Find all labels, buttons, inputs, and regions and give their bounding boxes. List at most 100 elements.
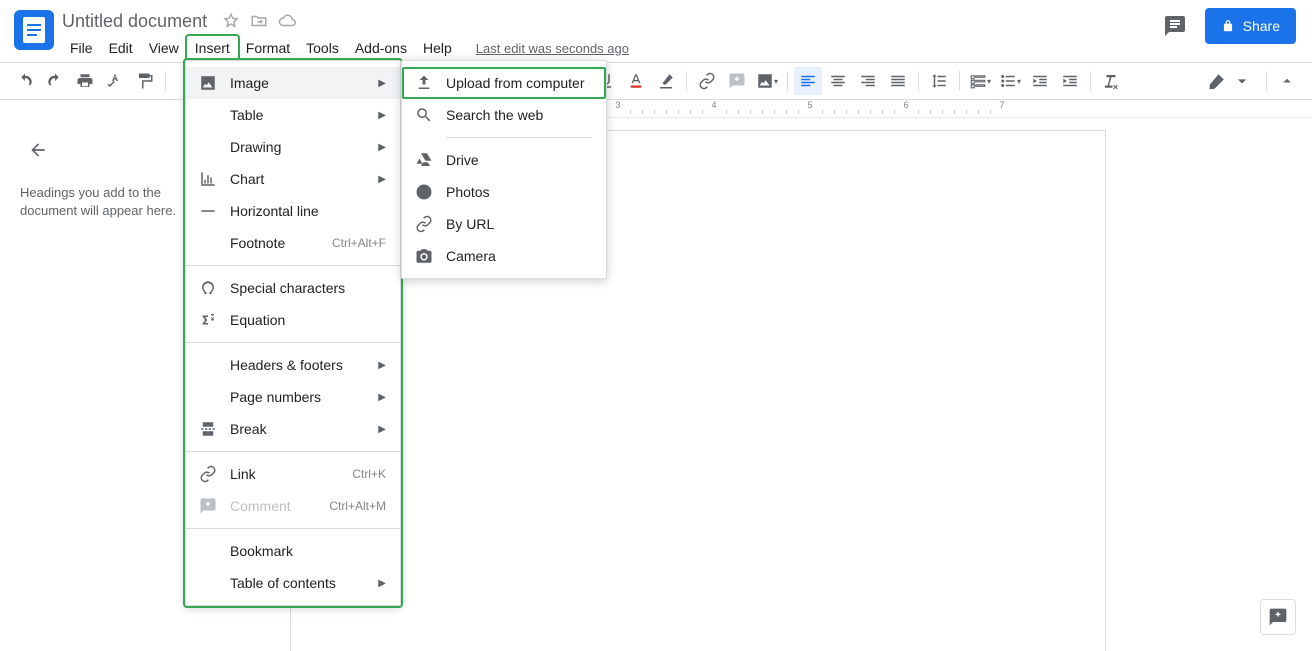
outline-hint: Headings you add to the document will ap… [20, 184, 210, 220]
move-icon[interactable] [250, 12, 268, 30]
insert-bookmark[interactable]: Bookmark [186, 535, 400, 567]
bulleted-list-button[interactable]: ▾ [996, 67, 1024, 95]
menubar: File Edit View Insert Format Tools Add-o… [62, 34, 1157, 62]
label: Search the web [446, 107, 592, 123]
menu-addons[interactable]: Add-ons [347, 36, 415, 60]
label: Horizontal line [230, 203, 386, 219]
label: Page numbers [230, 389, 378, 405]
text-color-button[interactable] [622, 67, 650, 95]
label: Drive [446, 152, 592, 168]
increase-indent-button[interactable] [1056, 67, 1084, 95]
decrease-indent-button[interactable] [1026, 67, 1054, 95]
menu-view[interactable]: View [141, 36, 187, 60]
image-search-web[interactable]: Search the web [402, 99, 606, 131]
print-button[interactable] [71, 67, 99, 95]
insert-link-button[interactable] [693, 67, 721, 95]
editing-mode-button[interactable] [1199, 67, 1261, 95]
shortcut: Ctrl+K [352, 467, 386, 481]
equation-icon [198, 310, 218, 330]
label: Table [230, 107, 378, 123]
collapse-toolbar-button[interactable] [1273, 67, 1301, 95]
menu-file[interactable]: File [62, 36, 101, 60]
align-center-button[interactable] [824, 67, 852, 95]
spellcheck-button[interactable] [101, 67, 129, 95]
label: Camera [446, 248, 592, 264]
label: Upload from computer [446, 75, 592, 91]
docs-logo-icon[interactable] [14, 10, 54, 50]
insert-footnote[interactable]: Footnote Ctrl+Alt+F [186, 227, 400, 259]
share-button[interactable]: Share [1205, 8, 1296, 44]
camera-icon [414, 246, 434, 266]
titlebar: Untitled document File Edit View Insert … [0, 0, 1312, 62]
label: Chart [230, 171, 378, 187]
label: Image [230, 75, 378, 91]
image-camera[interactable]: Camera [402, 240, 606, 272]
explore-button[interactable] [1260, 599, 1296, 635]
star-icon[interactable] [222, 12, 240, 30]
label: By URL [446, 216, 592, 232]
image-by-url[interactable]: By URL [402, 208, 606, 240]
menu-help[interactable]: Help [415, 36, 460, 60]
align-left-button[interactable] [794, 67, 822, 95]
submenu-arrow-icon: ▶ [378, 142, 386, 153]
checklist-button[interactable]: ▾ [966, 67, 994, 95]
menu-tools[interactable]: Tools [298, 36, 347, 60]
label: Special characters [230, 280, 386, 296]
label: Break [230, 421, 378, 437]
document-name[interactable]: Untitled document [62, 11, 207, 32]
horizontal-line-icon [198, 201, 218, 221]
insert-link[interactable]: Link Ctrl+K [186, 458, 400, 490]
drive-icon [414, 150, 434, 170]
image-photos[interactable]: Photos [402, 176, 606, 208]
submenu-arrow-icon: ▶ [378, 78, 386, 89]
image-drive[interactable]: Drive [402, 144, 606, 176]
label: Comment [230, 498, 329, 514]
align-right-button[interactable] [854, 67, 882, 95]
insert-table[interactable]: Table▶ [186, 99, 400, 131]
image-upload-from-computer[interactable]: Upload from computer [402, 67, 606, 99]
omega-icon [198, 278, 218, 298]
paint-format-button[interactable] [131, 67, 159, 95]
label: Table of contents [230, 575, 378, 591]
insert-break[interactable]: Break▶ [186, 413, 400, 445]
insert-menu: Image ▶ Table▶ Drawing▶ Chart▶ Horizonta… [185, 60, 401, 606]
insert-table-of-contents[interactable]: Table of contents▶ [186, 567, 400, 599]
label: Drawing [230, 139, 378, 155]
highlight-color-button[interactable] [652, 67, 680, 95]
insert-image-button[interactable]: ▾ [753, 67, 781, 95]
align-justify-button[interactable] [884, 67, 912, 95]
insert-headers-footers[interactable]: Headers & footers▶ [186, 349, 400, 381]
image-icon [198, 73, 218, 93]
link-icon [414, 214, 434, 234]
insert-equation[interactable]: Equation [186, 304, 400, 336]
redo-button[interactable] [41, 67, 69, 95]
share-label: Share [1243, 18, 1280, 34]
add-comment-button[interactable] [723, 67, 751, 95]
submenu-arrow-icon: ▶ [378, 110, 386, 121]
insert-chart[interactable]: Chart▶ [186, 163, 400, 195]
undo-button[interactable] [11, 67, 39, 95]
line-spacing-button[interactable] [925, 67, 953, 95]
image-submenu: Upload from computer Search the web Driv… [401, 60, 607, 279]
menu-edit[interactable]: Edit [101, 36, 141, 60]
search-icon [414, 105, 434, 125]
insert-drawing[interactable]: Drawing▶ [186, 131, 400, 163]
insert-image[interactable]: Image ▶ [186, 67, 400, 99]
submenu-arrow-icon: ▶ [378, 578, 386, 589]
open-comments-icon[interactable] [1157, 8, 1193, 44]
last-edit-link[interactable]: Last edit was seconds ago [476, 41, 629, 56]
insert-page-numbers[interactable]: Page numbers▶ [186, 381, 400, 413]
insert-special-characters[interactable]: Special characters [186, 272, 400, 304]
outline-collapse-icon[interactable] [26, 138, 50, 162]
submenu-arrow-icon: ▶ [378, 360, 386, 371]
clear-formatting-button[interactable] [1097, 67, 1125, 95]
insert-horizontal-line[interactable]: Horizontal line [186, 195, 400, 227]
menu-insert[interactable]: Insert [187, 36, 238, 60]
photos-icon [414, 182, 434, 202]
label: Equation [230, 312, 386, 328]
shortcut: Ctrl+Alt+F [332, 236, 386, 250]
label: Photos [446, 184, 592, 200]
menu-format[interactable]: Format [238, 36, 298, 60]
cloud-status-icon[interactable] [278, 12, 296, 30]
submenu-arrow-icon: ▶ [378, 392, 386, 403]
